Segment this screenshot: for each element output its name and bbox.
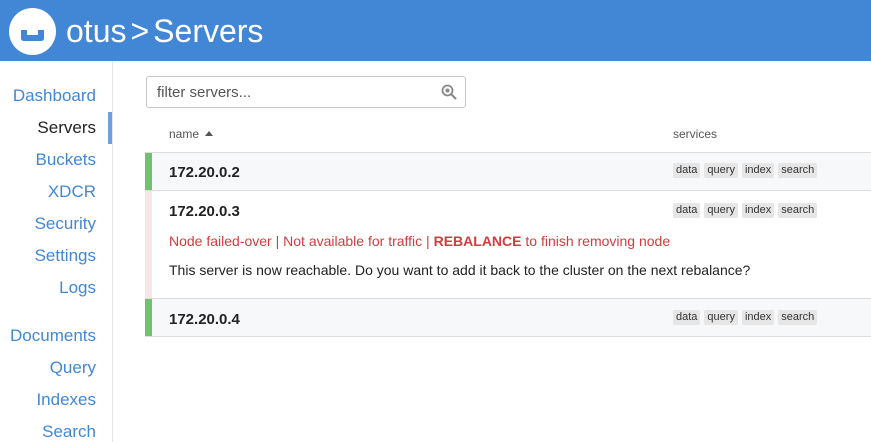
sidebar-item-search[interactable]: Search <box>42 422 96 442</box>
service-badge: index <box>741 203 775 218</box>
cluster-name[interactable]: otus <box>66 13 126 49</box>
service-badge: data <box>673 310 701 325</box>
sidebar-item-logs[interactable]: Logs <box>59 278 96 298</box>
status-healthy-indicator <box>145 153 152 190</box>
failover-warning: Node failed-over | Not available for tra… <box>169 233 670 249</box>
service-badge: index <box>741 310 775 325</box>
sidebar-item-documents[interactable]: Documents <box>10 326 96 346</box>
column-header-services: services <box>673 127 718 141</box>
sidebar-item-security[interactable]: Security <box>35 214 96 234</box>
page-title: Servers <box>153 13 264 49</box>
sidebar-item-indexes[interactable]: Indexes <box>36 390 96 410</box>
services-list: data query index search <box>673 203 818 218</box>
sidebar-nav: Dashboard Servers Buckets XDCR Security … <box>0 61 113 442</box>
reachable-message: This server is now reachable. Do you wan… <box>169 262 751 278</box>
service-badge: query <box>704 163 738 178</box>
service-badge: data <box>673 163 701 178</box>
top-header: otus > Servers <box>0 0 871 61</box>
server-row[interactable]: 172.20.0.3 data query index search Node … <box>145 190 871 298</box>
service-badge: index <box>741 163 775 178</box>
service-badge: query <box>704 310 738 325</box>
server-row[interactable]: 172.20.0.4 data query index search <box>145 298 871 337</box>
warning-text: Node failed-over | Not available for tra… <box>169 233 434 249</box>
column-header-name[interactable]: name <box>169 127 199 141</box>
server-ip[interactable]: 172.20.0.2 <box>169 164 240 181</box>
server-row[interactable]: 172.20.0.2 data query index search <box>145 152 871 190</box>
status-healthy-indicator <box>145 299 152 336</box>
breadcrumb-separator: > <box>130 13 150 49</box>
sidebar-item-xdcr[interactable]: XDCR <box>48 182 96 202</box>
rebalance-link[interactable]: REBALANCE <box>434 233 522 249</box>
filter-box <box>146 76 466 108</box>
sidebar-item-query[interactable]: Query <box>50 358 96 378</box>
sidebar-item-servers[interactable]: Servers <box>37 118 96 138</box>
server-ip[interactable]: 172.20.0.3 <box>169 203 240 220</box>
warning-text: to finish removing node <box>521 233 671 249</box>
services-list: data query index search <box>673 310 818 325</box>
service-badge: search <box>778 310 818 325</box>
breadcrumb: otus > Servers <box>66 11 263 51</box>
services-list: data query index search <box>673 163 818 178</box>
sidebar-item-buckets[interactable]: Buckets <box>36 150 96 170</box>
active-nav-indicator <box>108 112 112 144</box>
status-failed-indicator <box>145 191 152 298</box>
sort-ascending-icon[interactable] <box>205 131 213 136</box>
service-badge: search <box>778 163 818 178</box>
service-badge: query <box>704 203 738 218</box>
couchbase-logo-icon[interactable] <box>9 8 56 55</box>
server-ip[interactable]: 172.20.0.4 <box>169 311 240 328</box>
search-icon[interactable] <box>441 84 457 100</box>
service-badge: data <box>673 203 701 218</box>
sidebar-item-dashboard[interactable]: Dashboard <box>13 86 96 106</box>
sidebar-item-settings[interactable]: Settings <box>35 246 96 266</box>
service-badge: search <box>778 203 818 218</box>
filter-servers-input[interactable] <box>148 78 428 106</box>
